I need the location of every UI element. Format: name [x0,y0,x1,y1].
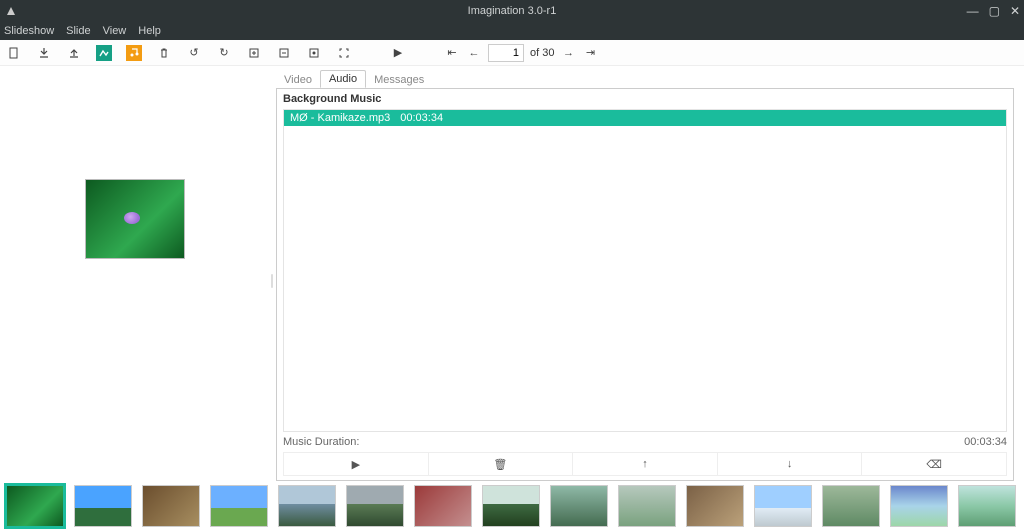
thumbnail[interactable] [618,485,676,527]
rotate-cw-icon[interactable]: ↻ [216,45,232,61]
export-icon[interactable] [66,45,82,61]
rotate-ccw-icon[interactable]: ↺ [186,45,202,61]
imagination-icon [4,4,18,18]
thumbnail[interactable] [890,485,948,527]
thumbnail[interactable] [958,485,1016,527]
last-slide-icon[interactable]: ⇥ [582,45,598,61]
thumbnail[interactable] [686,485,744,527]
audio-move-up-button[interactable]: ↑ [572,453,717,475]
tab-video[interactable]: Video [276,72,320,88]
audio-track-duration: 00:03:34 [400,112,443,124]
menu-slide[interactable]: Slide [66,25,90,37]
first-slide-icon[interactable]: ⇤ [444,45,460,61]
thumbnail[interactable] [482,485,540,527]
total-slides-label: of 30 [530,47,554,59]
next-slide-icon[interactable]: → [560,45,576,61]
audio-move-down-button[interactable]: ↓ [717,453,862,475]
tabs: Video Audio Messages [276,70,1014,88]
thumbnail[interactable] [550,485,608,527]
current-slide-input[interactable] [488,44,524,62]
thumbnail[interactable] [6,485,64,527]
main-area: Video Audio Messages Background Music MØ… [0,66,1024,481]
thumbnail[interactable] [822,485,880,527]
thumbnail[interactable] [142,485,200,527]
menubar: Slideshow Slide View Help [0,22,1024,40]
window-title: Imagination 3.0-r1 [0,5,1024,17]
fullscreen-icon[interactable] [336,45,352,61]
audio-delete-button[interactable]: 🗑 [428,453,573,475]
minimize-icon[interactable]: — [967,5,979,17]
audio-buttons: ▶ 🗑 ↑ ↓ ⌫ [283,452,1007,476]
thumbnail[interactable] [754,485,812,527]
thumbnail[interactable] [414,485,472,527]
thumbnail[interactable] [346,485,404,527]
zoom-fit-icon[interactable] [306,45,322,61]
audio-track-list[interactable]: MØ - Kamikaze.mp3 00:03:34 [283,109,1007,432]
thumbnail-strip[interactable] [0,481,1024,531]
audio-play-button[interactable]: ▶ [284,453,428,475]
import-icon[interactable] [36,45,52,61]
audio-track-row[interactable]: MØ - Kamikaze.mp3 00:03:34 [284,110,1006,126]
thumbnail[interactable] [74,485,132,527]
menu-view[interactable]: View [103,25,127,37]
menu-help[interactable]: Help [138,25,161,37]
background-music-label: Background Music [277,89,1013,109]
maximize-icon[interactable]: ▢ [989,5,1000,17]
menu-slideshow[interactable]: Slideshow [4,25,54,37]
new-icon[interactable] [6,45,22,61]
audio-track-name: MØ - Kamikaze.mp3 [290,112,390,124]
close-icon[interactable]: ✕ [1010,5,1020,17]
thumbnail[interactable] [278,485,336,527]
preview-image [85,179,185,259]
zoom-out-icon[interactable] [276,45,292,61]
music-duration-value: 00:03:34 [964,436,1007,448]
play-icon[interactable]: ▶ [390,45,406,61]
right-panel: Video Audio Messages Background Music MØ… [274,66,1024,481]
zoom-in-icon[interactable] [246,45,262,61]
toolbar: ↺ ↻ ▶ ⇤ ← of 30 → ⇥ [0,40,1024,66]
splitter[interactable] [270,66,274,481]
music-duration-label: Music Duration: [283,436,359,448]
audio-clear-button[interactable]: ⌫ [861,453,1006,475]
tab-audio[interactable]: Audio [320,70,366,88]
media-icon[interactable] [96,45,112,61]
audio-panel: Background Music MØ - Kamikaze.mp3 00:03… [276,88,1014,481]
slide-preview [0,66,270,481]
tab-messages[interactable]: Messages [366,72,432,88]
prev-slide-icon[interactable]: ← [466,45,482,61]
delete-icon[interactable] [156,45,172,61]
music-icon[interactable] [126,45,142,61]
titlebar: Imagination 3.0-r1 — ▢ ✕ [0,0,1024,22]
thumbnail[interactable] [210,485,268,527]
